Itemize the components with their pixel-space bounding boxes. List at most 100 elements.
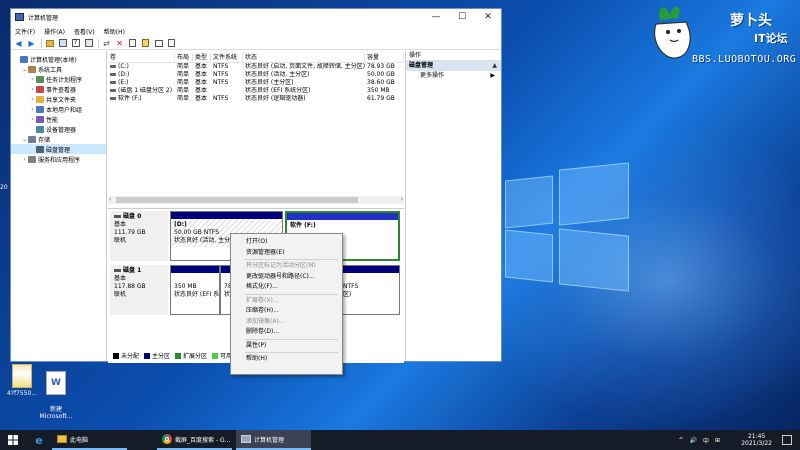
taskbar-app-this-pc[interactable]: 此电脑 (52, 430, 127, 450)
menu-separator (245, 293, 338, 295)
properties-icon[interactable] (83, 38, 94, 49)
new-icon[interactable] (166, 38, 177, 49)
delete-icon[interactable]: ✕ (114, 38, 125, 49)
tray-overflow-icon[interactable]: ^ (678, 437, 683, 444)
tree-item[interactable]: 设备管理器 (11, 124, 106, 134)
help-icon[interactable]: ? (70, 38, 81, 49)
context-menu-item[interactable]: 帮助(H) (231, 354, 342, 365)
table-cell: 基本 (195, 87, 208, 94)
collapse-arrow-icon: ▲ (492, 62, 497, 69)
legend-swatch (144, 352, 151, 359)
tree-item[interactable]: › 共享文件夹 (11, 94, 106, 104)
expand-arrow-icon[interactable]: ⌄ (21, 66, 28, 73)
scrollbar-thumb[interactable] (116, 197, 358, 203)
table-row[interactable]: (磁盘 1 磁盘分区 2) 简单 基本 状态良好 (EFI 系统分区) 350 MB (108, 87, 404, 95)
disk-1-label[interactable]: 磁盘 1 基本 117.88 GB 联机 (110, 265, 168, 315)
menu-action[interactable]: 操作(A) (44, 27, 65, 36)
context-menu-item[interactable]: 资源管理器(E) (231, 248, 342, 259)
check-icon[interactable] (127, 38, 138, 49)
tree-item[interactable]: ⌄ 存储 (11, 134, 106, 144)
menu-bar: 文件(F) 操作(A) 查看(V) 帮助(H) (11, 25, 501, 37)
taskbar-app-computer-management[interactable]: 计算机管理 (236, 430, 311, 450)
connect-icon[interactable]: ⇄ (101, 38, 112, 49)
expand-arrow-icon[interactable]: › (29, 96, 36, 103)
notification-icon[interactable] (782, 435, 792, 445)
col-status[interactable]: 状态 (243, 53, 365, 62)
back-icon[interactable]: ◀ (13, 38, 24, 49)
table-row[interactable]: (C:) 简单 基本 NTFS 状态良好 (启动, 页面文件, 故障转储, 主分区) 78… (108, 63, 404, 71)
volume-name: 软件 (F:) (118, 95, 142, 102)
tree-item[interactable]: › 事件查看器 (11, 84, 106, 94)
tree-item-label: 任务计划程序 (46, 76, 83, 84)
disk-0-label[interactable]: 磁盘 0 基本 111.79 GB 联机 (110, 211, 168, 261)
input-method-icon[interactable]: 中 (703, 436, 709, 445)
actions-section-disk-management[interactable]: 磁盘管理 ▲ (406, 61, 501, 71)
context-menu-item[interactable]: 格式化(F)... (231, 282, 342, 293)
expand-arrow-icon[interactable]: › (29, 116, 36, 123)
partition-e[interactable]: NTFS 区) (339, 265, 400, 315)
watermark-subtitle: IT论坛 (754, 32, 788, 45)
context-menu-item[interactable]: 打开(O) (231, 237, 342, 248)
title-bar[interactable]: 计算机管理 — ☐ ✕ (11, 9, 501, 25)
tree-item[interactable]: › 任务计划程序 (11, 74, 106, 84)
col-volume[interactable]: 卷 (108, 53, 175, 62)
tree-item[interactable]: 磁盘管理 (11, 144, 106, 154)
col-capacity[interactable]: 容量 (365, 53, 404, 62)
tree-item[interactable]: ⌄ 系统工具 (11, 64, 106, 74)
menu-view[interactable]: 查看(V) (74, 27, 95, 36)
col-type[interactable]: 类型 (193, 53, 211, 62)
edge-taskbar-button[interactable]: e (27, 430, 51, 450)
more-actions[interactable]: 更多操作 ▶ (406, 71, 501, 81)
legend-extended: 扩展分区 (183, 353, 208, 360)
table-cell: (磁盘 1 磁盘分区 2) (108, 87, 175, 95)
volume-icon (110, 97, 116, 100)
scroll-right-arrow-icon[interactable]: › (401, 196, 403, 203)
computer-management-icon (20, 55, 28, 63)
close-button[interactable]: ✕ (475, 9, 501, 25)
context-menu-item[interactable]: 属性(P) (231, 341, 342, 352)
menu-separator (245, 352, 338, 353)
word-document-icon: W (46, 371, 66, 395)
tree-item[interactable]: › 性能 (11, 114, 106, 124)
col-layout[interactable]: 布局 (175, 53, 193, 62)
ime-mode-icon[interactable]: ⊞ (715, 437, 720, 444)
refresh-icon[interactable] (153, 38, 164, 49)
speaker-icon[interactable]: 🔊 (689, 437, 696, 444)
forward-icon[interactable]: ▶ (26, 38, 37, 49)
table-cell: 状态良好 (启动, 页面文件, 故障转储, 主分区) (245, 63, 365, 70)
export-icon[interactable] (140, 38, 151, 49)
context-menu-item[interactable]: 删除卷(D)... (231, 327, 342, 338)
partition-efi[interactable]: 350 MB 状态良好 (EFI 系 (170, 265, 220, 315)
computer-management-icon (241, 435, 251, 443)
taskbar-clock[interactable]: 21:45 2021/3/22 (741, 433, 772, 447)
col-filesystem[interactable]: 文件系统 (211, 53, 243, 62)
desktop-icon-word-doc[interactable]: W 新建 Microsoft... (36, 364, 76, 427)
expand-arrow-icon[interactable]: ⌄ (21, 136, 28, 143)
context-menu-item[interactable]: 更改驱动器号和路径(C)... (231, 272, 342, 283)
table-cell: NTFS (213, 79, 229, 86)
up-icon[interactable] (44, 38, 55, 49)
volume-icon (110, 81, 116, 84)
show-hide-tree-icon[interactable] (57, 38, 68, 49)
expand-arrow-icon[interactable]: › (29, 106, 36, 113)
tree-item[interactable]: 计算机管理(本地) (11, 54, 106, 64)
table-row[interactable]: (D:) 简单 基本 NTFS 状态良好 (活动, 主分区) 50.00 GB (108, 71, 404, 79)
table-row[interactable]: 软件 (F:) 简单 基本 NTFS 状态良好 (逻辑驱动器) 61.79 GB (108, 95, 404, 103)
taskbar-app-chrome[interactable]: 截屏_百度搜索 - G... (157, 430, 232, 450)
menu-file[interactable]: 文件(F) (15, 27, 35, 36)
expand-arrow-icon[interactable]: › (21, 156, 28, 163)
start-button[interactable] (0, 430, 26, 450)
context-menu-item[interactable]: 压缩卷(H)... (231, 306, 342, 317)
maximize-button[interactable]: ☐ (449, 9, 475, 25)
table-row[interactable]: (E:) 简单 基本 NTFS 状态良好 (主分区) 38.60 GB (108, 79, 404, 87)
menu-help[interactable]: 帮助(H) (104, 27, 125, 36)
tree-item[interactable]: › 服务和应用程序 (11, 154, 106, 164)
horizontal-scrollbar[interactable]: ‹ › (108, 196, 404, 204)
table-cell: 状态良好 (活动, 主分区) (245, 71, 310, 78)
expand-arrow-icon[interactable]: › (29, 86, 36, 93)
disk-0-name: 磁盘 0 (123, 213, 142, 220)
tree-item[interactable]: › 本地用户和组 (11, 104, 106, 114)
scroll-left-arrow-icon[interactable]: ‹ (109, 196, 111, 203)
expand-arrow-icon[interactable]: › (29, 76, 36, 83)
minimize-button[interactable]: — (423, 9, 449, 25)
